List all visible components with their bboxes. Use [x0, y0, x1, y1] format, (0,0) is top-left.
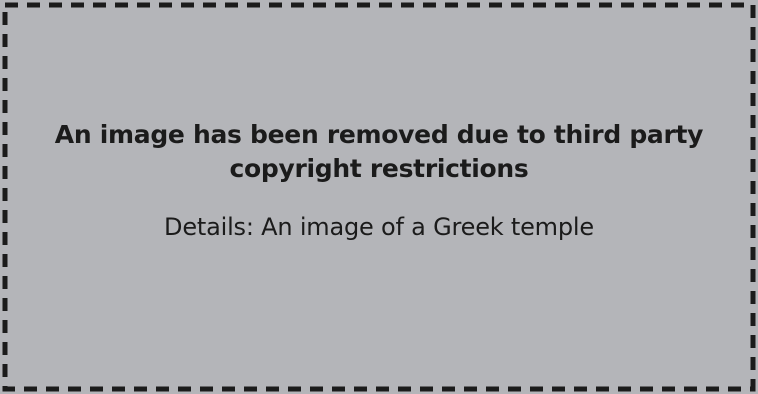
- notice-headline-line1: An image has been removed due to third p…: [54, 120, 704, 149]
- notice-headline: An image has been removed due to third p…: [0, 118, 758, 186]
- notice-details: Details: An image of a Greek temple: [164, 213, 594, 241]
- removed-image-placeholder: An image has been removed due to third p…: [0, 0, 758, 394]
- copyright-notice: An image has been removed due to third p…: [0, 118, 758, 242]
- notice-headline-line2: copyright restrictions: [229, 154, 529, 183]
